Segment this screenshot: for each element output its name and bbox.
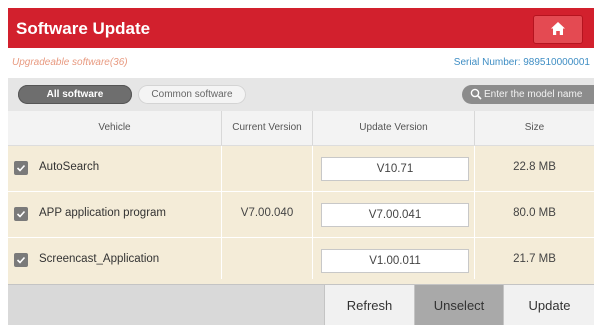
column-divider — [221, 238, 222, 283]
page-title: Software Update — [16, 19, 151, 38]
size-value: 80.0 MB — [513, 207, 556, 219]
col-update-version: Update Version — [359, 122, 428, 133]
table-row[interactable]: AutoSearch V10.71 22.8 MB — [8, 146, 594, 192]
upgradeable-count: Upgradeable software(36) — [12, 57, 128, 68]
col-current-version: Current Version — [232, 122, 302, 133]
column-divider — [312, 146, 313, 191]
vehicle-name: AutoSearch — [39, 161, 100, 173]
row-checkbox[interactable] — [14, 253, 28, 267]
row-checkbox[interactable] — [14, 161, 28, 175]
col-vehicle: Vehicle — [98, 122, 131, 133]
action-bar: Refresh Unselect Update — [8, 284, 594, 325]
column-divider — [221, 146, 222, 191]
search-input[interactable]: Enter the model name — [462, 85, 594, 104]
info-bar: Upgradeable software(36) Serial Number: … — [8, 48, 594, 78]
search-placeholder: Enter the model name — [484, 89, 583, 100]
size-value: 21.7 MB — [513, 253, 556, 265]
software-update-window: Software Update Upgradeable software(36)… — [8, 8, 594, 325]
header-bar: Software Update — [8, 8, 594, 48]
table-row[interactable]: APP application program V7.00.040 V7.00.… — [8, 192, 594, 238]
home-icon — [551, 22, 565, 35]
tab-common-software[interactable]: Common software — [138, 85, 246, 104]
update-button[interactable]: Update — [503, 285, 594, 325]
update-version-field: V7.00.041 — [321, 203, 469, 227]
table-header: Vehicle Current Version Update Version S… — [8, 111, 594, 146]
home-button[interactable] — [533, 15, 583, 44]
vehicle-name: APP application program — [39, 207, 166, 219]
column-divider — [312, 192, 313, 237]
size-value: 22.8 MB — [513, 161, 556, 173]
check-icon — [16, 164, 26, 172]
filter-bar: All software Common software Enter the m… — [8, 78, 594, 111]
vehicle-name: Screencast_Application — [39, 253, 160, 265]
update-version-field: V10.71 — [321, 157, 469, 181]
current-version: V7.00.040 — [240, 207, 294, 219]
search-icon — [470, 88, 482, 100]
col-size: Size — [524, 122, 545, 133]
check-icon — [16, 210, 26, 218]
column-divider — [312, 238, 313, 283]
refresh-button[interactable]: Refresh — [324, 285, 414, 325]
row-checkbox[interactable] — [14, 207, 28, 221]
tab-all-software[interactable]: All software — [18, 85, 132, 104]
check-icon — [16, 256, 26, 264]
unselect-button[interactable]: Unselect — [414, 285, 503, 325]
table-row[interactable]: Screencast_Application V1.00.011 21.7 MB — [8, 238, 594, 284]
serial-number: Serial Number: 989510000001 — [453, 57, 590, 68]
update-version-field: V1.00.011 — [321, 249, 469, 273]
